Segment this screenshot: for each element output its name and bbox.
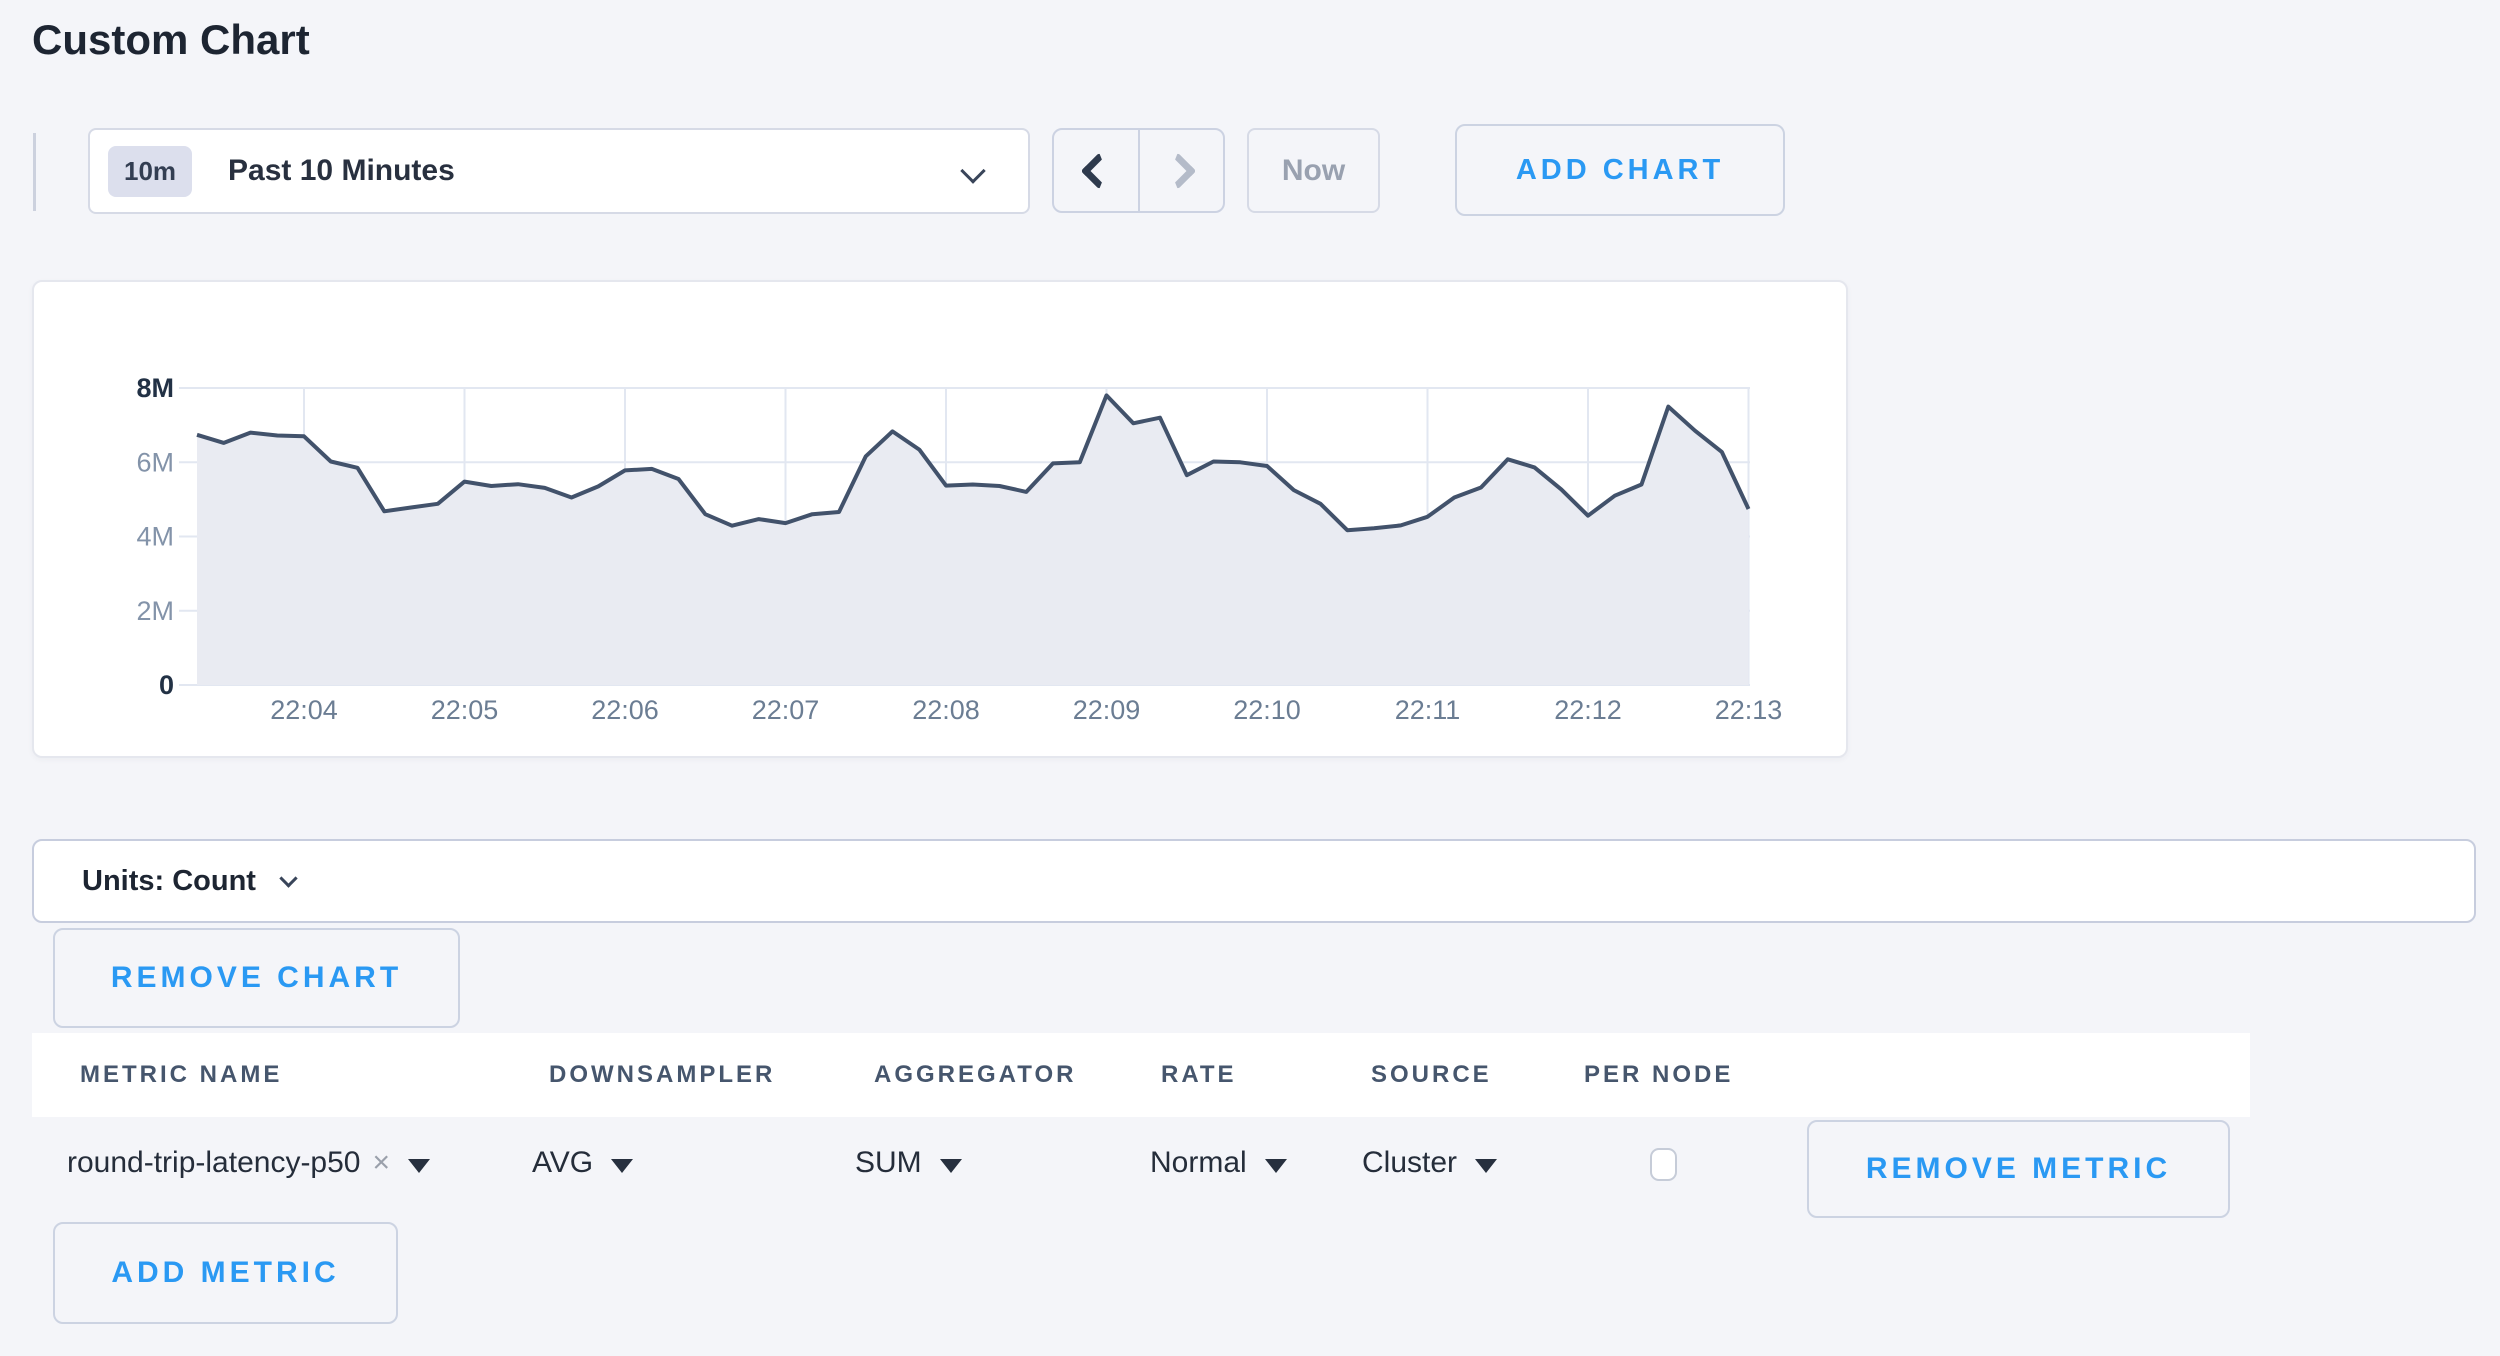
source-value: Cluster (1362, 1146, 1457, 1180)
col-header-metric-name: METRIC NAME (80, 1061, 282, 1089)
next-time-button[interactable] (1140, 130, 1224, 211)
svg-text:22:09: 22:09 (1073, 695, 1141, 725)
aggregator-value: SUM (855, 1146, 922, 1180)
caret-down-icon (611, 1159, 633, 1173)
chart-card: 8M 6M 4M 2M 0 22:04 22:05 22:06 22:07 22:08 22:09 2… (32, 280, 1848, 758)
time-window-label: Past 10 Minutes (228, 154, 455, 188)
metrics-table-header: METRIC NAME DOWNSAMPLER AGGREGATOR RATE … (32, 1033, 2250, 1117)
svg-text:22:12: 22:12 (1554, 695, 1622, 725)
units-label: Units: Count (82, 865, 256, 898)
rate-select[interactable]: Normal (1150, 1146, 1287, 1180)
chevron-down-icon (960, 158, 985, 183)
page-title: Custom Chart (32, 16, 310, 64)
now-button[interactable]: Now (1247, 128, 1380, 213)
col-header-per-node: PER NODE (1584, 1061, 1733, 1089)
col-header-rate: RATE (1161, 1061, 1237, 1089)
prev-time-button[interactable] (1054, 130, 1140, 211)
col-header-aggregator: AGGREGATOR (874, 1061, 1076, 1089)
svg-text:6M: 6M (136, 447, 174, 477)
svg-text:22:07: 22:07 (752, 695, 820, 725)
chevron-down-icon (279, 869, 297, 887)
aggregator-select[interactable]: SUM (855, 1146, 962, 1180)
timeseries-chart: 8M 6M 4M 2M 0 22:04 22:05 22:06 22:07 22:08 22:09 2… (34, 282, 1850, 760)
col-header-source: SOURCE (1371, 1061, 1492, 1089)
time-window-badge: 10m (108, 146, 192, 197)
rate-value: Normal (1150, 1146, 1247, 1180)
chevron-left-icon (1080, 152, 1117, 189)
svg-text:8M: 8M (136, 373, 174, 403)
svg-text:22:13: 22:13 (1715, 695, 1783, 725)
add-chart-button[interactable]: ADD CHART (1455, 124, 1785, 216)
svg-text:22:04: 22:04 (270, 695, 338, 725)
caret-down-icon (1265, 1159, 1287, 1173)
caret-down-icon (940, 1159, 962, 1173)
time-window-dropdown[interactable]: 10m Past 10 Minutes (88, 128, 1030, 214)
svg-text:4M: 4M (136, 522, 174, 552)
svg-text:22:10: 22:10 (1233, 695, 1301, 725)
downsampler-value: AVG (532, 1146, 593, 1180)
svg-text:22:06: 22:06 (591, 695, 659, 725)
remove-metric-button[interactable]: REMOVE METRIC (1807, 1120, 2230, 1218)
svg-text:22:11: 22:11 (1395, 695, 1461, 725)
svg-text:0: 0 (159, 670, 174, 700)
remove-chart-button[interactable]: REMOVE CHART (53, 928, 460, 1028)
metric-name-select[interactable]: round-trip-latency-p50 × (67, 1146, 430, 1180)
chevron-right-icon (1160, 152, 1197, 189)
time-nav-group (1052, 128, 1225, 213)
clear-metric-icon[interactable]: × (372, 1146, 390, 1180)
svg-text:22:08: 22:08 (912, 695, 980, 725)
metric-name-value: round-trip-latency-p50 (67, 1146, 360, 1180)
add-metric-button[interactable]: ADD METRIC (53, 1222, 398, 1324)
toolbar-left-rule (33, 133, 36, 211)
caret-down-icon (1475, 1159, 1497, 1173)
col-header-downsampler: DOWNSAMPLER (549, 1061, 775, 1089)
caret-down-icon (408, 1159, 430, 1173)
source-select[interactable]: Cluster (1362, 1146, 1497, 1180)
units-dropdown[interactable]: Units: Count (32, 839, 2476, 923)
per-node-checkbox[interactable] (1650, 1148, 1677, 1181)
svg-text:22:05: 22:05 (431, 695, 499, 725)
svg-text:2M: 2M (136, 596, 174, 626)
downsampler-select[interactable]: AVG (532, 1146, 633, 1180)
